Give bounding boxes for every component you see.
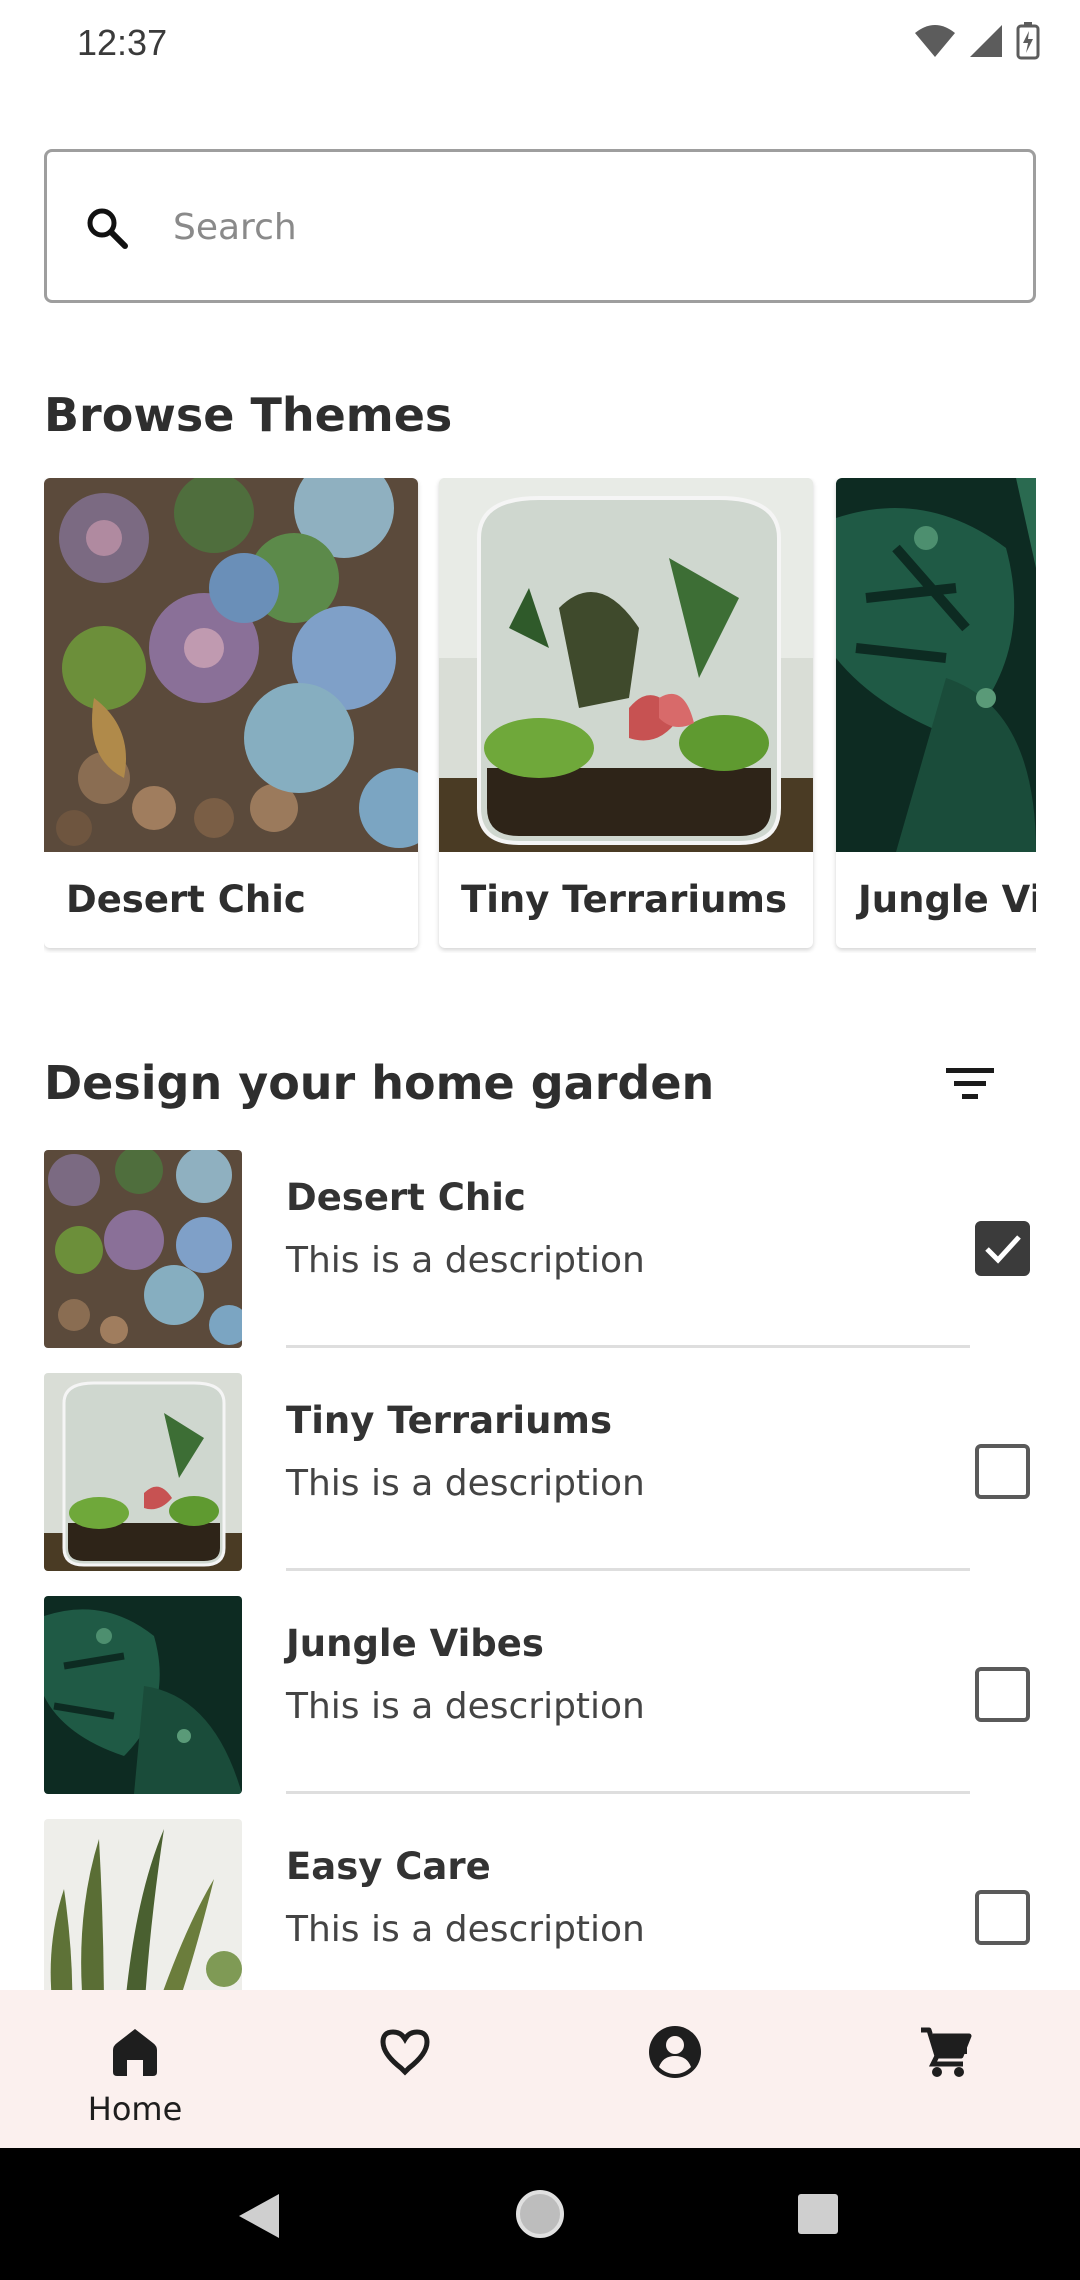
item-title: Easy Care xyxy=(286,1845,491,1888)
status-icons xyxy=(914,22,1040,60)
account-icon xyxy=(649,2026,701,2078)
monstera-image xyxy=(836,478,1036,852)
succulents-image xyxy=(44,478,418,852)
search-input[interactable] xyxy=(173,192,973,262)
list-item[interactable]: Tiny Terrariums This is a description xyxy=(0,1371,1080,1594)
item-divider xyxy=(286,1568,970,1571)
nav-item-favorites[interactable] xyxy=(305,1990,505,2148)
home-icon xyxy=(113,2029,157,2076)
monstera-thumbnail xyxy=(44,1596,242,1794)
snake-plant-thumbnail xyxy=(44,1819,242,1990)
cellular-signal-icon xyxy=(970,25,1002,57)
cart-icon xyxy=(921,2027,972,2077)
garden-list[interactable]: Desert Chic This is a description Tiny T… xyxy=(0,1148,1080,1990)
theme-card-tiny-terrariums[interactable]: Tiny Terrariums xyxy=(439,478,813,948)
nav-item-cart[interactable] xyxy=(845,1990,1045,2148)
nav-item-account[interactable] xyxy=(575,1990,775,2148)
nav-item-home[interactable]: Home xyxy=(35,1990,235,2148)
item-description: This is a description xyxy=(286,1686,645,1727)
item-checkbox[interactable] xyxy=(975,1444,1030,1499)
browse-themes-title: Browse Themes xyxy=(44,388,453,442)
item-divider xyxy=(286,1345,970,1348)
item-checkbox[interactable] xyxy=(975,1667,1030,1722)
theme-card-jungle-vibes[interactable]: Jungle Vibes xyxy=(836,478,1036,948)
status-bar: 12:37 xyxy=(0,0,1080,88)
item-description: This is a description xyxy=(286,1463,645,1504)
item-description: This is a description xyxy=(286,1909,645,1950)
battery-charging-icon xyxy=(1016,22,1040,60)
search-icon xyxy=(87,208,128,249)
theme-card-label: Jungle Vibes xyxy=(858,878,1036,921)
bottom-navigation: Home xyxy=(0,1990,1080,2148)
garden-section-title: Design your home garden xyxy=(44,1056,715,1110)
search-box[interactable] xyxy=(44,149,1036,303)
terrarium-thumbnail xyxy=(44,1373,242,1571)
terrarium-image xyxy=(439,478,813,852)
recents-icon[interactable] xyxy=(797,2193,839,2235)
heart-icon xyxy=(380,2029,430,2076)
item-checkbox-checked[interactable] xyxy=(975,1221,1030,1276)
list-item[interactable]: Jungle Vibes This is a description xyxy=(0,1594,1080,1817)
nav-label-home: Home xyxy=(87,2090,183,2128)
item-divider xyxy=(286,1791,970,1794)
item-checkbox[interactable] xyxy=(975,1890,1030,1945)
system-navigation-bar xyxy=(0,2148,1080,2280)
back-icon[interactable] xyxy=(237,2192,281,2240)
item-title: Jungle Vibes xyxy=(286,1622,544,1665)
theme-card-label: Desert Chic xyxy=(66,878,306,921)
item-title: Desert Chic xyxy=(286,1176,526,1219)
home-button-icon[interactable] xyxy=(514,2188,566,2240)
checkmark-icon xyxy=(985,1235,1021,1264)
list-item[interactable]: Desert Chic This is a description xyxy=(0,1148,1080,1371)
status-time: 12:37 xyxy=(77,22,168,63)
item-description: This is a description xyxy=(286,1240,645,1281)
theme-card-label: Tiny Terrariums xyxy=(461,878,787,921)
list-item[interactable]: Easy Care This is a description xyxy=(0,1817,1080,1990)
item-title: Tiny Terrariums xyxy=(286,1399,612,1442)
themes-carousel[interactable]: Desert Chic Tiny Terrariums Jungle Vi xyxy=(44,478,1036,953)
theme-card-desert-chic[interactable]: Desert Chic xyxy=(44,478,418,948)
filter-icon[interactable] xyxy=(940,1060,1000,1108)
wifi-icon xyxy=(915,25,955,57)
succulents-thumbnail xyxy=(44,1150,242,1348)
